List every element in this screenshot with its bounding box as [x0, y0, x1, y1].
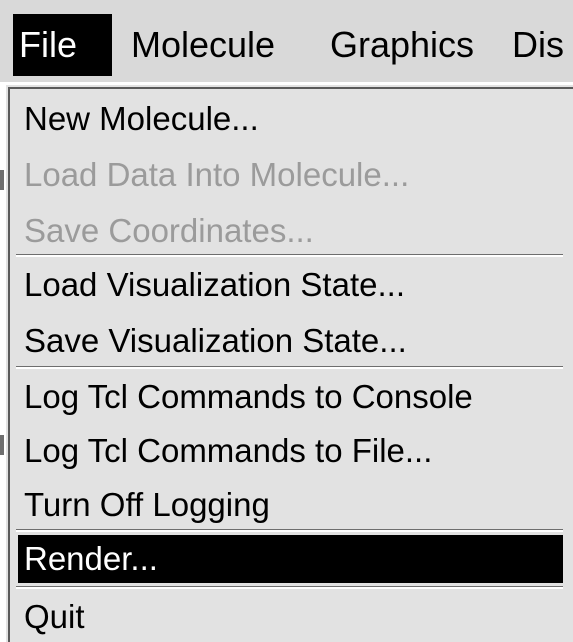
menu-item-log-tcl-console[interactable]: Log Tcl Commands to Console	[18, 371, 563, 423]
file-menu-panel: New Molecule... Load Data Into Molecule.…	[8, 87, 573, 642]
menu-item-log-tcl-file[interactable]: Log Tcl Commands to File...	[18, 425, 563, 477]
menu-item-new-molecule[interactable]: New Molecule...	[18, 93, 563, 145]
menu-separator	[16, 366, 563, 369]
menu-separator	[16, 254, 563, 257]
menu-graphics[interactable]: Graphics	[330, 14, 474, 76]
window-edge-tick	[0, 170, 4, 190]
window-edge-tick	[0, 435, 4, 455]
menu-item-render[interactable]: Render...	[18, 535, 563, 583]
menu-bar: File Molecule Graphics Dis	[0, 0, 573, 82]
menu-item-load-data-into-molecule: Load Data Into Molecule...	[24, 156, 410, 193]
menu-separator	[16, 529, 563, 532]
menu-display[interactable]: Dis	[512, 14, 564, 76]
menu-item-quit[interactable]: Quit	[18, 591, 563, 642]
menu-molecule[interactable]: Molecule	[131, 14, 275, 76]
file-menu-dropdown: New Molecule... Load Data Into Molecule.…	[3, 82, 573, 642]
menu-item-load-visualization-state[interactable]: Load Visualization State...	[18, 259, 563, 311]
menu-item-save-visualization-state[interactable]: Save Visualization State...	[18, 315, 563, 367]
menu-separator	[16, 586, 563, 589]
menu-item-turn-off-logging[interactable]: Turn Off Logging	[18, 479, 563, 531]
menu-item-save-coordinates: Save Coordinates...	[24, 212, 314, 249]
menu-file[interactable]: File	[13, 14, 112, 76]
